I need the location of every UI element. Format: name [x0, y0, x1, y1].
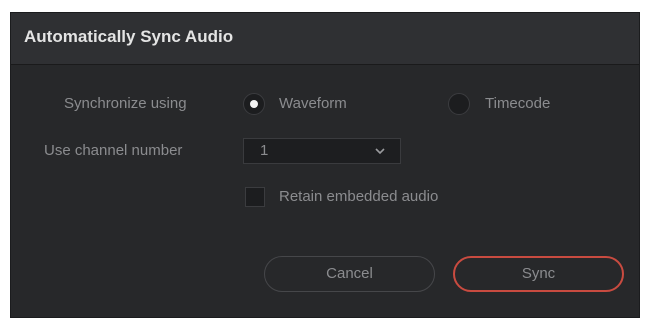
channel-number-value: 1 — [260, 142, 269, 159]
cancel-button[interactable]: Cancel — [264, 256, 435, 292]
channel-number-select[interactable]: 1 — [243, 138, 401, 164]
radio-selected-dot — [250, 100, 258, 108]
channel-number-label: Use channel number — [44, 142, 183, 159]
synchronize-using-label: Synchronize using — [64, 95, 187, 112]
waveform-radio[interactable] — [243, 93, 265, 115]
sync-audio-dialog: Automatically Sync Audio Synchronize usi… — [10, 12, 640, 318]
dialog-titlebar[interactable]: Automatically Sync Audio — [11, 13, 639, 65]
dialog-title: Automatically Sync Audio — [24, 27, 234, 46]
timecode-option-label[interactable]: Timecode — [485, 95, 550, 112]
timecode-radio[interactable] — [448, 93, 470, 115]
retain-embedded-audio-checkbox[interactable] — [245, 187, 265, 207]
sync-button[interactable]: Sync — [453, 256, 624, 292]
retain-embedded-audio-label[interactable]: Retain embedded audio — [279, 188, 438, 205]
chevron-down-icon — [375, 148, 385, 155]
waveform-option-label[interactable]: Waveform — [279, 95, 347, 112]
